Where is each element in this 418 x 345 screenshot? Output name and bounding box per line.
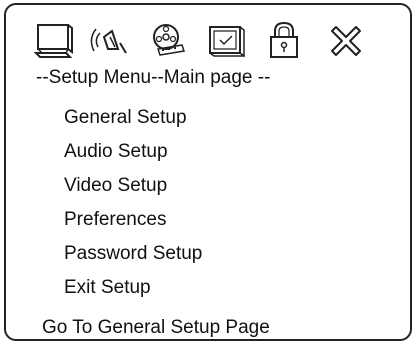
page-title: --Setup Menu--Main page -- [36, 67, 271, 88]
tv-monitor-icon[interactable] [32, 19, 76, 63]
video-reel-icon[interactable] [146, 19, 190, 63]
menu-item-preferences[interactable]: Preferences [60, 203, 202, 237]
exit-x-icon[interactable] [324, 19, 368, 63]
icon-bar [6, 5, 410, 73]
menu-item-exit-setup[interactable]: Exit Setup [60, 271, 202, 305]
menu-item-general-setup[interactable]: General Setup [57, 101, 247, 135]
menu-item-password-setup[interactable]: Password Setup [60, 237, 202, 271]
menu-item-video-setup[interactable]: Video Setup [60, 169, 202, 203]
preferences-check-icon[interactable] [204, 19, 248, 63]
setup-menu-frame: --Setup Menu--Main page -- General Setup… [4, 3, 412, 341]
menu-item-audio-setup[interactable]: Audio Setup [60, 135, 202, 169]
speaker-audio-icon[interactable] [88, 19, 132, 63]
lock-icon[interactable] [262, 19, 306, 63]
status-text: Go To General Setup Page [42, 317, 270, 338]
setup-menu-list: General Setup Audio Setup Video Setup Pr… [57, 101, 247, 305]
